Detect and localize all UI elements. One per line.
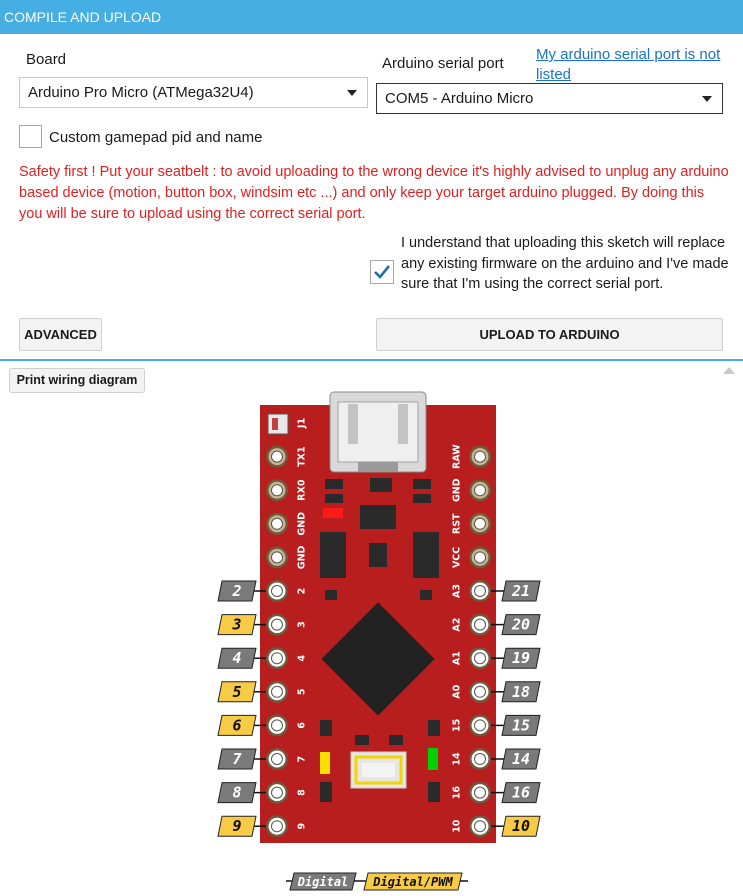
checkmark-icon [374, 265, 391, 279]
pin-hole [271, 484, 283, 497]
board-label: Board [26, 51, 67, 68]
pin-silk-label: 14 [452, 752, 463, 766]
usb-connector [329, 391, 427, 473]
pin-number: 20 [511, 616, 530, 634]
pin-hole [474, 685, 486, 698]
pin-silk-label: 5 [297, 688, 308, 695]
board-select-value: Arduino Pro Micro (ATMega32U4) [28, 84, 254, 101]
chevron-down-icon [347, 90, 357, 96]
upload-button[interactable]: UPLOAD TO ARDUINO [376, 318, 723, 351]
section-header: COMPILE AND UPLOAD [0, 0, 743, 34]
pin-number: 2 [231, 582, 241, 600]
acknowledge-label: I understand that uploading this sketch … [401, 235, 729, 292]
safety-warning: Safety first ! Put your seatbelt : to av… [19, 164, 729, 222]
wiring-diagram: J1 TX1 RX0 GND GND 2 2 3 3 4 4 5 5 6 6 7 7 8 8 9 9 RAW GND RST… [217, 391, 541, 891]
pin-number: 9 [232, 817, 241, 835]
board-select[interactable]: Arduino Pro Micro (ATMega32U4) [19, 77, 368, 108]
pin-silk-label: 4 [297, 655, 308, 662]
pin-hole [474, 484, 486, 497]
led-yellow [320, 752, 330, 774]
pin-hole [271, 517, 283, 530]
pin-hole [271, 753, 283, 765]
pin-hole [271, 820, 283, 833]
chevron-down-icon [702, 96, 712, 102]
pin-silk-label: J1 [297, 418, 308, 429]
pin-number: 5 [232, 683, 241, 701]
pin-silk-label: 8 [297, 789, 308, 796]
port-label: Arduino serial port [382, 55, 504, 72]
acknowledge-checkbox[interactable] [370, 260, 394, 284]
pin-hole [474, 786, 486, 799]
pin-number: 10 [512, 817, 530, 835]
pin-hole [474, 618, 486, 631]
pin-silk-label: 3 [297, 621, 308, 628]
pin-hole [474, 517, 486, 530]
pin-silk-label: 7 [297, 756, 308, 763]
pin-silk-label: VCC [452, 547, 463, 568]
pin-silk-label: GND [452, 478, 463, 502]
pin-silk-label: 15 [452, 719, 463, 732]
pin-number: 6 [232, 716, 241, 734]
legend-pwm: Digital/PWM [372, 875, 453, 889]
pin-hole [474, 652, 486, 665]
pin-hole [474, 450, 486, 463]
pin-hole [474, 585, 486, 597]
pin-hole [271, 719, 283, 732]
port-not-listed-link[interactable]: My arduino serial port is not listed [536, 45, 736, 85]
pin-hole [474, 753, 486, 765]
pin-silk-label: 6 [297, 722, 308, 729]
pin-hole [271, 685, 283, 698]
pin-number: 14 [512, 750, 530, 768]
pin-hole [271, 618, 283, 631]
pin-silk-label: 2 [297, 588, 308, 595]
pin-hole [474, 719, 486, 732]
pin-hole [271, 652, 283, 665]
pin-silk-label: TX1 [297, 446, 308, 466]
pin-silk-label: GND [297, 512, 308, 536]
pin-hole [474, 820, 486, 833]
pin-silk-label: A0 [452, 684, 463, 698]
pin-silk-label: RX0 [297, 479, 308, 501]
pin-silk-label: RAW [452, 444, 463, 469]
pin-hole [271, 585, 283, 597]
pin-silk-label: RST [452, 513, 463, 534]
pin-silk-label: GND [297, 545, 308, 569]
led-green [428, 748, 438, 770]
led-red [323, 508, 343, 518]
legend-digital: Digital [297, 875, 349, 889]
legend: Digital Digital/PWM [286, 872, 468, 891]
section-divider [0, 359, 743, 361]
port-select-value: COM5 - Arduino Micro [385, 90, 534, 107]
custom-pid-checkbox[interactable] [19, 125, 42, 148]
pin-number: 18 [512, 683, 530, 701]
custom-pid-label: Custom gamepad pid and name [49, 129, 263, 146]
pin-number: 16 [512, 784, 530, 802]
pin-number: 3 [231, 616, 241, 634]
pin-hole [271, 551, 283, 564]
reset-button [350, 751, 407, 789]
pin-hole [474, 551, 486, 564]
pin-number: 7 [232, 750, 241, 768]
pin-silk-label: 16 [452, 786, 463, 800]
advanced-button[interactable]: ADVANCED [19, 318, 102, 351]
pin-silk-label: A1 [452, 651, 463, 665]
pin-silk-label: A2 [452, 618, 463, 632]
pin-silk-label: 10 [452, 819, 463, 833]
pin-number: 4 [232, 649, 241, 667]
port-select[interactable]: COM5 - Arduino Micro [376, 83, 723, 114]
pin-silk-label: A3 [452, 584, 463, 598]
pin-hole [271, 450, 283, 463]
pin-number: 19 [512, 649, 530, 667]
pin-silk-label: 9 [297, 823, 308, 830]
pin-number: 21 [511, 582, 530, 600]
pin-number: 8 [232, 784, 241, 802]
scroll-up-icon[interactable] [723, 367, 735, 374]
pin-hole [271, 786, 283, 799]
pin-number: 15 [512, 716, 530, 734]
